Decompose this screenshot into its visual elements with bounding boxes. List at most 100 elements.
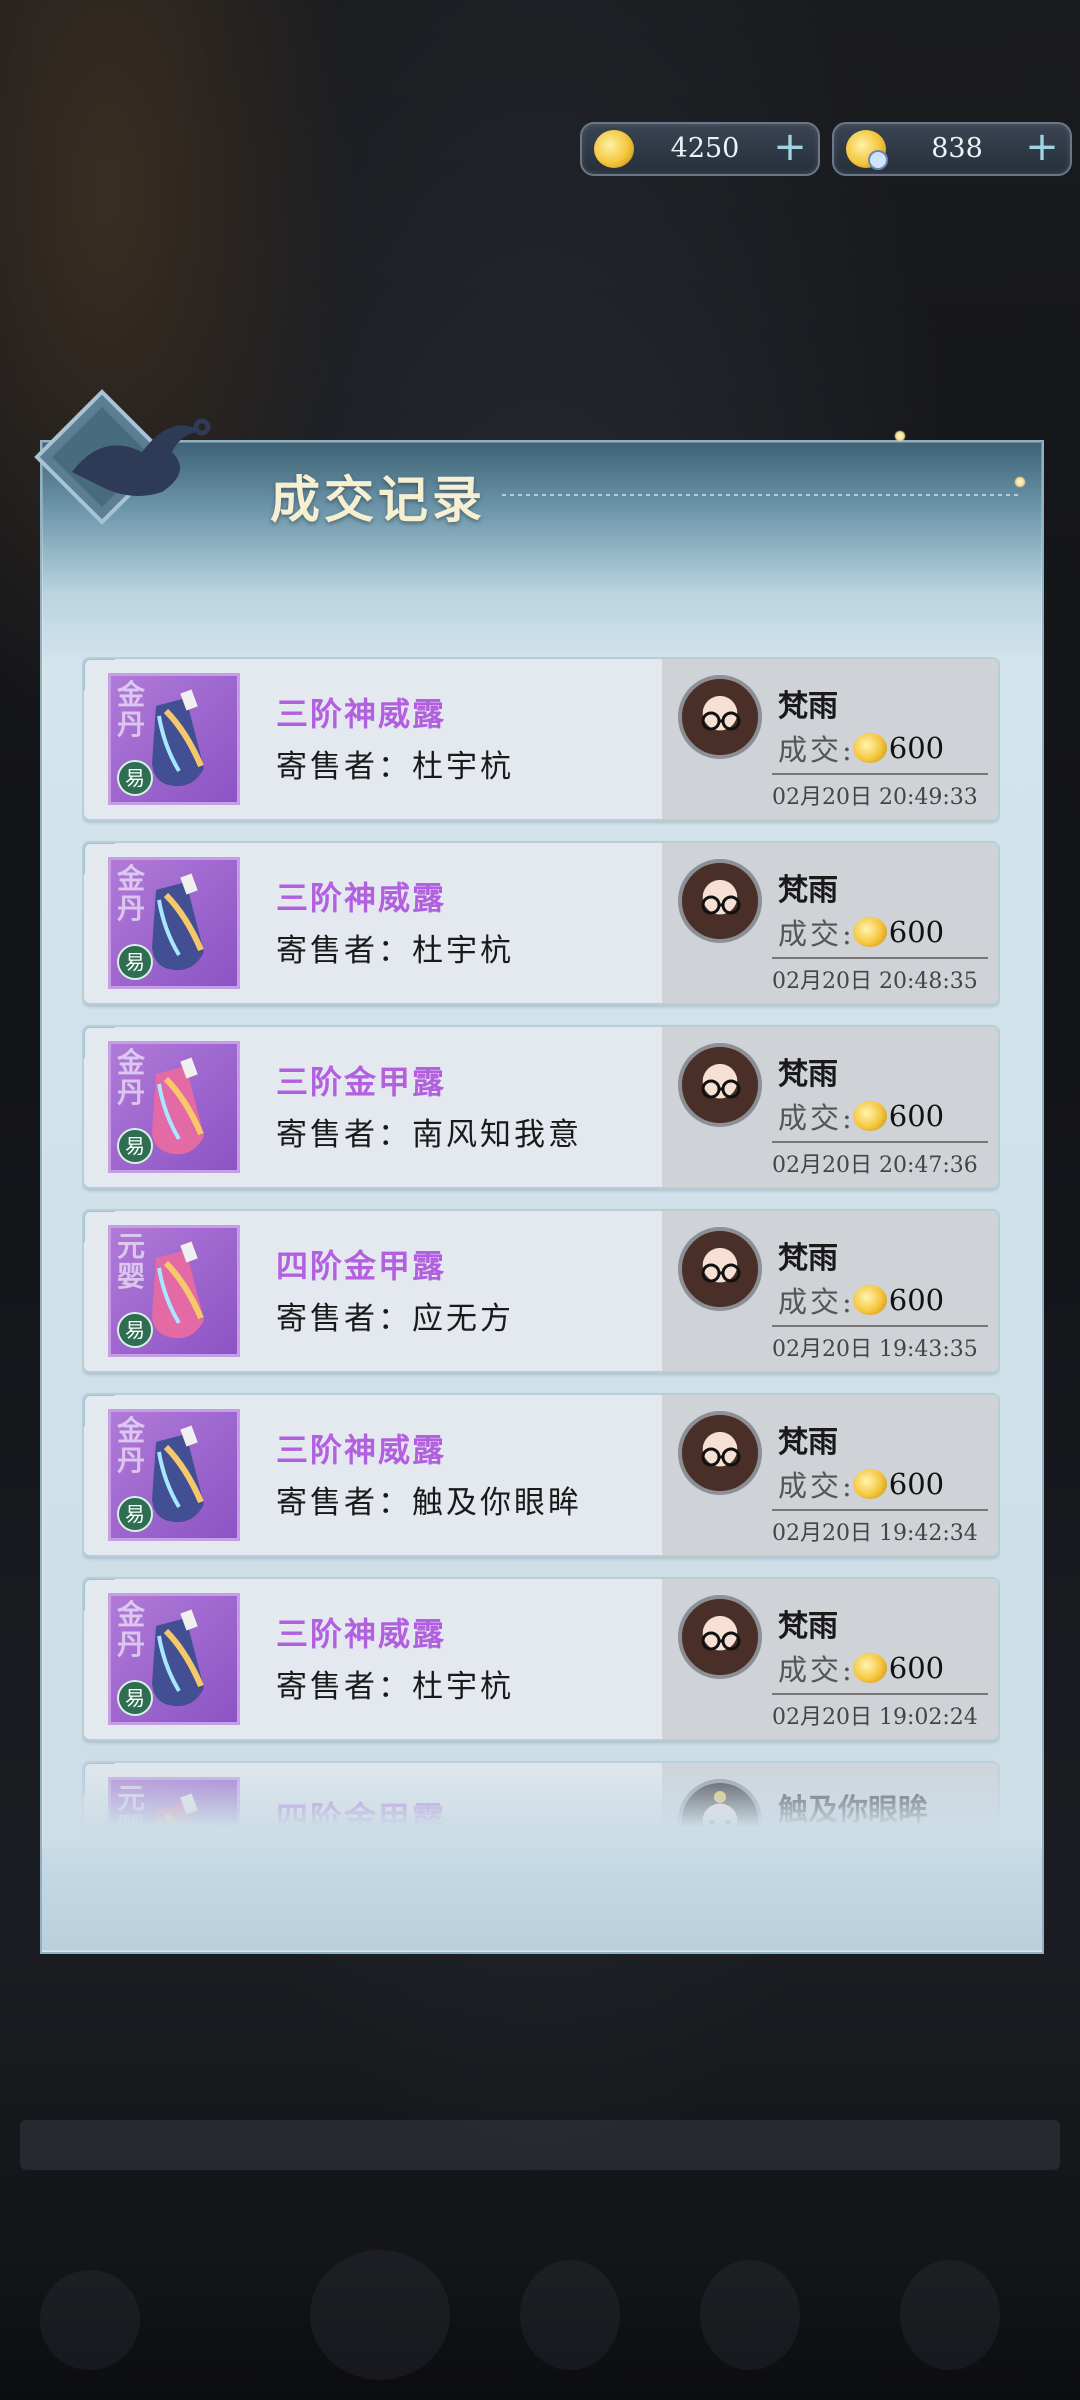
transaction-record-row[interactable]: 金 丹 易 三阶金甲露 寄售者：南风知我意 梵雨 成交: 600 02月20日 … [82, 1025, 1000, 1189]
seller-name: 寄售者：应无方 [276, 1301, 514, 1337]
tradable-badge: 易 [117, 944, 153, 980]
header-divider [502, 494, 1022, 496]
transaction-record-row[interactable]: 金 丹 易 三阶神威露 寄售者：杜宇杭 梵雨 成交: 600 [82, 841, 1000, 1005]
deal-label: 成交: [778, 1285, 855, 1319]
deal-price-line: 成交: 600 [778, 1095, 944, 1137]
potion-item-icon[interactable]: 金 丹 易 [108, 673, 240, 805]
deal-time: 02月20日 19:42:34 [772, 1521, 978, 1546]
buyer-info: 梵雨 成交: 600 02月20日 19:02:24 [662, 1579, 998, 1739]
deal-price: 600 [888, 1099, 945, 1133]
tradable-badge: 易 [117, 760, 153, 796]
transaction-record-row[interactable]: 元 婴 易 四阶金甲露 寄售者：应无方 梵雨 成交: 600 02月20日 19… [82, 1209, 1000, 1373]
nav-icon [700, 2260, 800, 2370]
buyer-avatar[interactable] [678, 675, 762, 759]
gold-ingot-icon [852, 1101, 887, 1131]
buyer-avatar[interactable] [678, 1227, 762, 1311]
deal-divider [772, 1509, 988, 1511]
add-gold-button[interactable]: + [772, 127, 808, 167]
buyer-name: 梵雨 [778, 689, 838, 724]
seller-name: 寄售者：触及你眼眸 [276, 1485, 582, 1521]
gold-ingot-icon [852, 1653, 887, 1683]
deal-label: 成交: [778, 917, 855, 951]
buyer-name: 梵雨 [778, 873, 838, 908]
deal-divider [772, 773, 988, 775]
blurred-info-bar [20, 2120, 1060, 2170]
transaction-list[interactable]: 金 丹 易 三阶神威露 寄售者：杜宇杭 梵雨 成交: 600 02月20日 20… [82, 657, 1000, 1847]
nav-icon [40, 2270, 140, 2370]
avatar-face-icon [701, 895, 741, 915]
buyer-avatar[interactable] [678, 859, 762, 943]
avatar-face-icon [701, 711, 741, 731]
panel-title: 成交记录 [270, 470, 486, 529]
tradable-badge: 易 [117, 1496, 153, 1532]
buyer-avatar[interactable] [678, 1595, 762, 1679]
panel-footer [42, 1847, 1042, 1950]
gold-amount: 4250 [670, 133, 740, 164]
deal-divider [772, 1325, 988, 1327]
buyer-info: 梵雨 成交: 600 02月20日 19:43:35 [662, 1211, 998, 1371]
deal-label: 成交: [778, 1469, 855, 1503]
potion-item-icon[interactable]: 元 婴 易 [108, 1225, 240, 1357]
deal-time: 02月20日 19:02:24 [772, 1705, 978, 1730]
deal-price-line: 成交: 600 [778, 1647, 944, 1689]
buyer-name: 梵雨 [778, 1609, 838, 1644]
buyer-avatar[interactable] [678, 1411, 762, 1495]
buyer-info: 梵雨 成交: 600 02月20日 19:42:34 [662, 1395, 998, 1555]
potion-item-icon[interactable]: 金 丹 易 [108, 857, 240, 989]
transaction-record-row[interactable]: 金 丹 易 三阶神威露 寄售者：杜宇杭 梵雨 成交: 600 [82, 657, 1000, 821]
seller-name: 寄售者：杜宇杭 [276, 1669, 514, 1705]
deal-price: 600 [888, 1467, 945, 1501]
avatar-face-icon [701, 1447, 741, 1467]
buyer-info: 梵雨 成交: 600 02月20日 20:47:36 [662, 1027, 998, 1187]
bottom-nav-bar [0, 2240, 1080, 2400]
buyer-name: 梵雨 [778, 1241, 838, 1276]
potion-item-icon[interactable]: 金 丹 易 [108, 1041, 240, 1173]
transaction-record-row[interactable]: 金 丹 易 三阶神威露 寄售者：杜宇杭 梵雨 成交: 600 [82, 1577, 1000, 1741]
silver-currency-counter: 838 + [832, 122, 1072, 176]
list-fade-overlay [82, 1747, 1000, 1847]
deal-price: 600 [888, 1283, 945, 1317]
seller-name: 寄售者：杜宇杭 [276, 933, 514, 969]
deal-divider [772, 957, 988, 959]
deal-label: 成交: [778, 1653, 855, 1687]
silver-amount: 838 [931, 133, 983, 164]
item-name: 三阶神威露 [276, 879, 447, 917]
gold-ingot-icon [852, 733, 887, 763]
fox-emblem-icon [34, 389, 211, 525]
deal-price-line: 成交: 600 [778, 1463, 944, 1505]
seller-name: 寄售者：南风知我意 [276, 1117, 582, 1153]
deal-label: 成交: [778, 733, 855, 767]
avatar-face-icon [701, 1631, 741, 1651]
tradable-badge: 易 [117, 1128, 153, 1164]
nav-icon [900, 2260, 1000, 2370]
nav-icon [520, 2260, 620, 2370]
gold-ingot-icon [594, 130, 634, 168]
item-name: 三阶金甲露 [276, 1063, 447, 1101]
add-silver-button[interactable]: + [1024, 127, 1060, 167]
deal-price: 600 [888, 731, 945, 765]
gold-ingot-icon [852, 917, 887, 947]
transaction-record-panel: 成交记录 金 丹 易 三阶神威露 寄售者：杜宇杭 梵雨 成交: 600 02月2… [34, 389, 1044, 1954]
potion-item-icon[interactable]: 金 丹 易 [108, 1593, 240, 1725]
potion-item-icon[interactable]: 金 丹 易 [108, 1409, 240, 1541]
deal-time: 02月20日 19:43:35 [772, 1337, 978, 1362]
avatar-face-icon [701, 1263, 741, 1283]
tradable-badge: 易 [117, 1680, 153, 1716]
deal-divider [772, 1693, 988, 1695]
deal-divider [772, 1141, 988, 1143]
buyer-name: 梵雨 [778, 1425, 838, 1460]
star-icon [894, 430, 906, 442]
deal-label: 成交: [778, 1101, 855, 1135]
seller-name: 寄售者：杜宇杭 [276, 749, 514, 785]
silver-ingot-icon [846, 130, 888, 170]
deal-time: 02月20日 20:48:35 [772, 969, 978, 994]
gold-ingot-icon [852, 1285, 887, 1315]
transaction-record-row[interactable]: 金 丹 易 三阶神威露 寄售者：触及你眼眸 梵雨 成交: 600 02月20日 … [82, 1393, 1000, 1557]
deal-price-line: 成交: 600 [778, 1279, 944, 1321]
buyer-avatar[interactable] [678, 1043, 762, 1127]
deal-price-line: 成交: 600 [778, 727, 944, 769]
tradable-badge: 易 [117, 1312, 153, 1348]
buyer-name: 梵雨 [778, 1057, 838, 1092]
deal-time: 02月20日 20:49:33 [772, 785, 978, 810]
deal-time: 02月20日 20:47:36 [772, 1153, 978, 1178]
